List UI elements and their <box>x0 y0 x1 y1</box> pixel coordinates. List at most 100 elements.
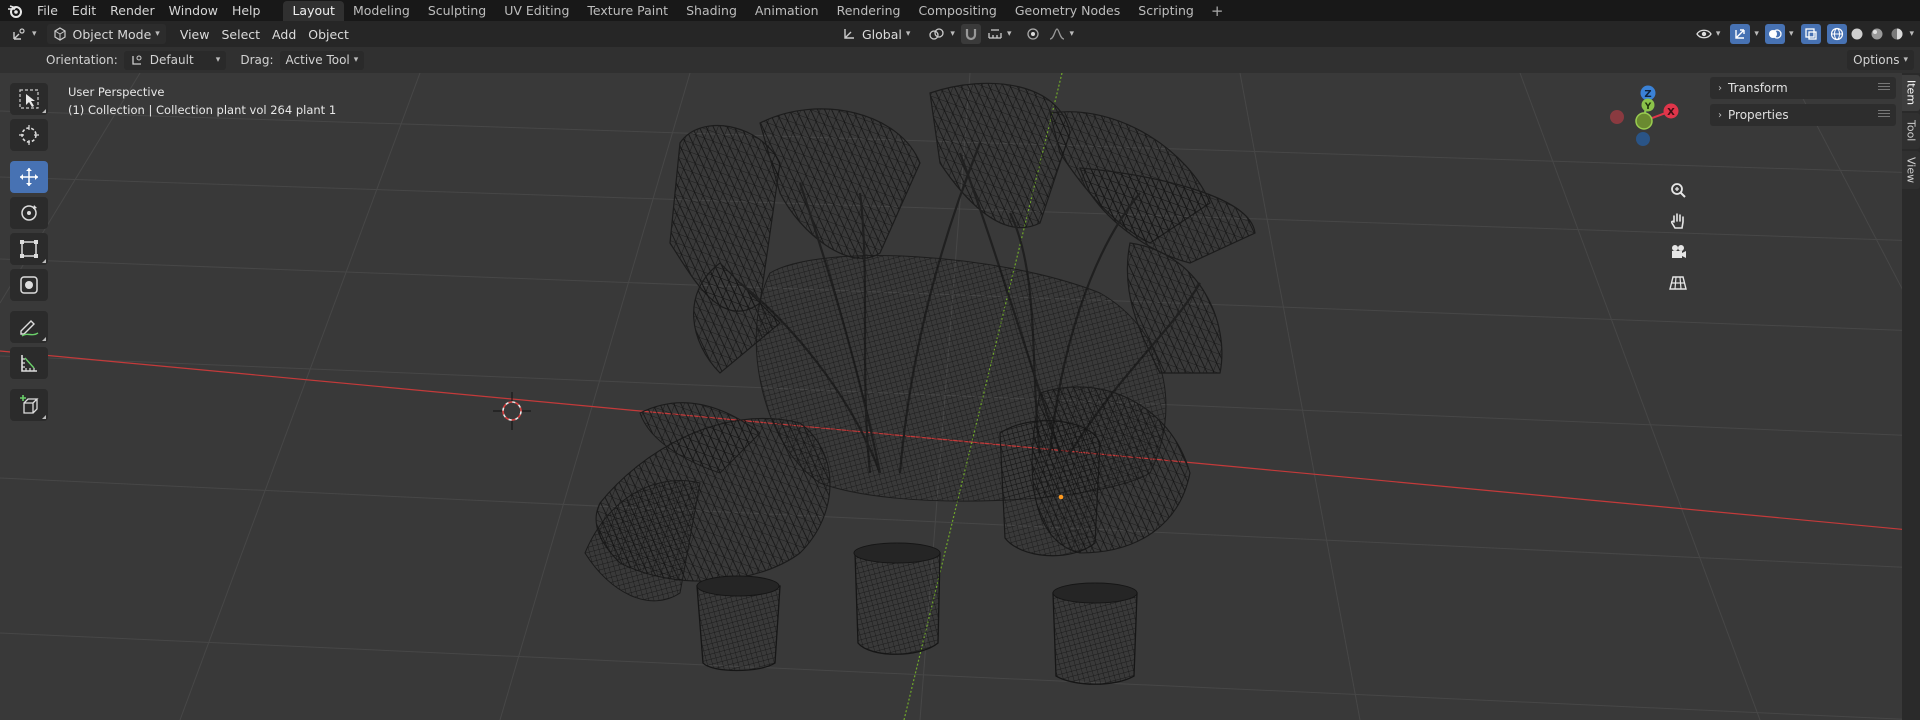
tool-annotate[interactable] <box>10 311 48 343</box>
tab-animation[interactable]: Animation <box>746 1 828 21</box>
chevron-down-icon: ▾ <box>215 55 221 65</box>
editor-type-button[interactable]: ▾ <box>6 24 43 44</box>
tool-cursor[interactable] <box>10 119 48 151</box>
tab-tool[interactable]: Tool <box>1902 113 1920 149</box>
proportional-edit-toggle[interactable] <box>1023 24 1043 44</box>
menu-render[interactable]: Render <box>103 0 162 21</box>
pivot-icon <box>929 28 945 40</box>
shading-wireframe-button[interactable] <box>1827 24 1848 44</box>
chevron-down-icon: ▾ <box>1069 29 1074 39</box>
shading-rendered-button[interactable] <box>1887 24 1907 44</box>
menu-select[interactable]: Select <box>215 24 266 44</box>
rendered-sphere-icon <box>1891 28 1903 40</box>
gizmo-neg-y[interactable] <box>1635 112 1653 130</box>
tool-scale[interactable] <box>10 233 48 265</box>
gizmo-neg-x[interactable] <box>1610 110 1624 124</box>
annotate-pencil-icon <box>20 320 39 337</box>
3d-viewport[interactable]: User Perspective (1) Collection | Collec… <box>0 73 1920 720</box>
options-button[interactable]: Options ▾ <box>1847 50 1914 70</box>
tab-geometry-nodes[interactable]: Geometry Nodes <box>1006 1 1129 21</box>
tab-compositing[interactable]: Compositing <box>909 1 1005 21</box>
add-workspace-button[interactable]: + <box>1203 1 1232 21</box>
chevron-down-icon[interactable]: ▾ <box>1909 29 1914 39</box>
sidebar-tabs: Item Tool View <box>1902 73 1920 720</box>
navigation-gizmo[interactable]: Z X Y <box>1604 83 1684 153</box>
chevron-down-icon[interactable]: ▾ <box>1789 29 1794 39</box>
menu-window[interactable]: Window <box>162 0 225 21</box>
gizmo-toggle[interactable] <box>1730 24 1751 44</box>
measure-ruler-icon <box>21 355 37 372</box>
menu-file[interactable]: File <box>30 0 65 21</box>
overlays-toggle[interactable] <box>1764 24 1785 44</box>
blender-logo-icon[interactable] <box>0 0 30 21</box>
falloff-curve-icon <box>1050 28 1065 40</box>
transform-icon <box>20 276 38 294</box>
menu-edit[interactable]: Edit <box>65 0 103 21</box>
drag-label: Drag: <box>240 53 274 67</box>
snap-target-select[interactable]: ▾ <box>981 24 1018 44</box>
mode-select[interactable]: Object Mode ▾ <box>46 24 166 44</box>
gizmo-y-label: Y <box>1644 102 1652 112</box>
orientation-select[interactable]: Default ▾ <box>123 50 227 70</box>
tab-layout[interactable]: Layout <box>283 1 344 21</box>
drag-select[interactable]: Active Tool ▾ <box>279 50 365 70</box>
camera-view-button[interactable] <box>1665 239 1691 265</box>
chevron-down-icon: ▾ <box>155 29 160 39</box>
transform-orientation-select[interactable]: Global ▾ <box>836 24 916 44</box>
hand-icon <box>1670 213 1684 229</box>
shading-solid-button[interactable] <box>1847 24 1867 44</box>
transform-controls: Global ▾ ▾ ▾ ▾ <box>836 21 1080 47</box>
gizmo-neg-z[interactable] <box>1636 132 1650 146</box>
tool-rotate[interactable] <box>10 197 48 229</box>
visibility-select[interactable]: ▾ <box>1690 24 1727 44</box>
drag-handle-icon[interactable] <box>1878 83 1890 91</box>
tab-modeling[interactable]: Modeling <box>344 1 419 21</box>
chevron-down-icon[interactable]: ▾ <box>1754 29 1759 39</box>
drag-handle-icon[interactable] <box>1878 110 1890 118</box>
properties-panel-header[interactable]: › Properties <box>1710 104 1896 126</box>
shading-material-button[interactable] <box>1867 24 1887 44</box>
tool-measure[interactable] <box>10 347 48 379</box>
zoom-magnifier-icon <box>1671 183 1686 198</box>
solid-sphere-icon <box>1851 28 1863 40</box>
tool-shelf <box>10 83 48 425</box>
tab-shading[interactable]: Shading <box>677 1 746 21</box>
pan-button[interactable] <box>1665 208 1691 234</box>
tool-add-cube[interactable] <box>10 389 48 421</box>
transform-panel-header[interactable]: › Transform <box>1710 77 1896 99</box>
xray-toggle[interactable] <box>1801 24 1822 44</box>
tool-move[interactable] <box>10 161 48 193</box>
menu-help[interactable]: Help <box>225 0 268 21</box>
tab-texture-paint[interactable]: Texture Paint <box>578 1 677 21</box>
proportional-edit-icon <box>1027 28 1040 40</box>
tool-transform[interactable] <box>10 269 48 301</box>
perspective-toggle-button[interactable] <box>1665 270 1691 296</box>
orientation-value: Default <box>149 53 194 67</box>
chevron-right-icon: › <box>1718 82 1722 94</box>
workspace-tabs: Layout Modeling Sculpting UV Editing Tex… <box>283 0 1231 21</box>
gizmo-z-label: Z <box>1644 89 1651 100</box>
perspective-label: User Perspective <box>68 85 165 99</box>
viewport-header: ▾ Object Mode ▾ View Select Add Object G… <box>0 21 1920 47</box>
falloff-select[interactable]: ▾ <box>1043 24 1080 44</box>
menu-view[interactable]: View <box>174 24 216 44</box>
menu-add[interactable]: Add <box>266 24 302 44</box>
tab-scripting[interactable]: Scripting <box>1129 1 1203 21</box>
pivot-point-select[interactable]: ▾ <box>922 24 961 44</box>
tab-rendering[interactable]: Rendering <box>828 1 910 21</box>
menu-object[interactable]: Object <box>302 24 355 44</box>
orientation-label: Orientation: <box>46 53 118 67</box>
tool-select-box[interactable] <box>10 83 48 115</box>
tab-item[interactable]: Item <box>1902 75 1920 111</box>
wireframe-sphere-icon <box>1831 27 1844 41</box>
tab-uv-editing[interactable]: UV Editing <box>495 1 578 21</box>
tab-view[interactable]: View <box>1902 151 1920 189</box>
rotate-icon <box>21 205 37 221</box>
add-cube-icon <box>20 395 39 414</box>
chevron-down-icon: ▾ <box>905 29 911 39</box>
tab-sculpting[interactable]: Sculpting <box>419 1 495 21</box>
snap-toggle[interactable] <box>960 24 981 44</box>
collection-label: (1) Collection | Collection plant vol 26… <box>68 103 337 117</box>
zoom-button[interactable] <box>1665 177 1691 203</box>
viewport-info: User Perspective (1) Collection | Collec… <box>68 83 336 119</box>
